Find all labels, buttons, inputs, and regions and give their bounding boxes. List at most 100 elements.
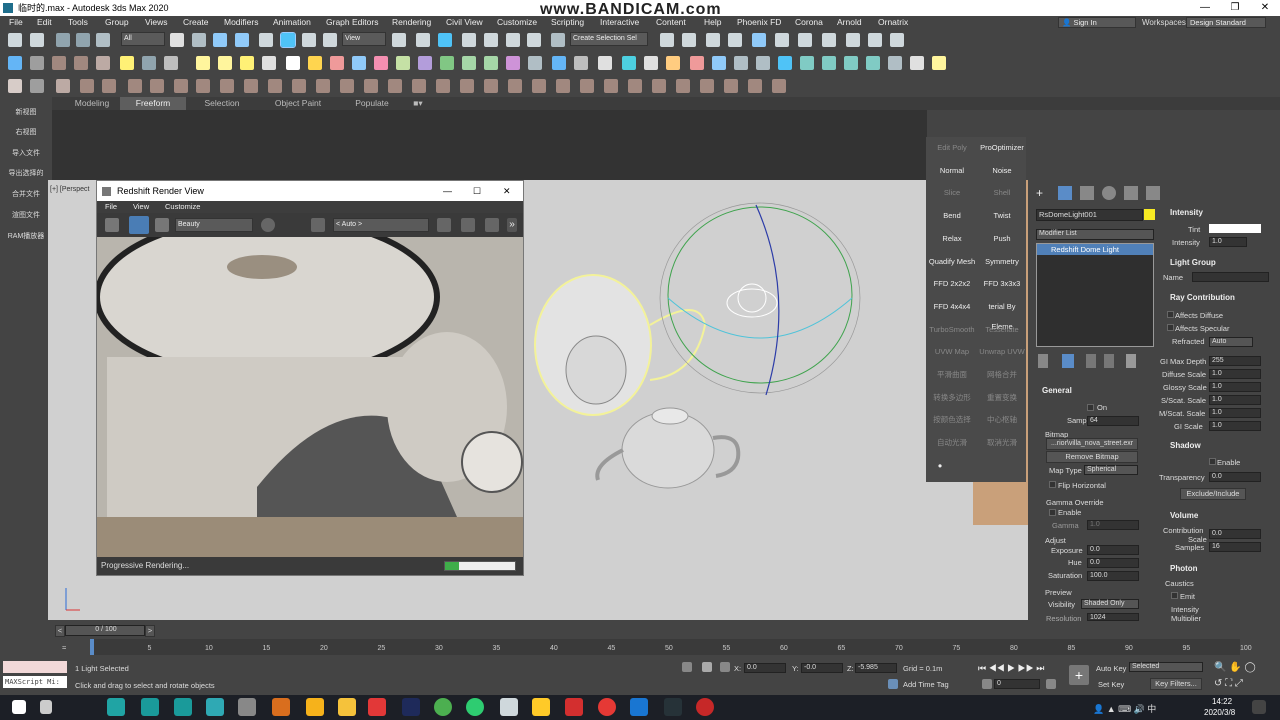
rect-selection-icon[interactable]: [213, 33, 227, 47]
clump-icon[interactable]: [174, 79, 188, 93]
teapot-small[interactable]: [565, 335, 627, 405]
modifier-button-8-0[interactable]: TurboSmooth: [928, 320, 976, 340]
bulb-icon[interactable]: [932, 56, 946, 70]
affects-specular-checkbox[interactable]: [1167, 324, 1174, 331]
affects-diffuse-checkbox[interactable]: [1167, 311, 1174, 318]
auto-key-button[interactable]: Auto Key: [1096, 664, 1126, 673]
maxscript-listener-mini[interactable]: [3, 661, 67, 673]
reference-coordinate-select[interactable]: View: [342, 32, 386, 46]
tab-populate[interactable]: Populate: [342, 97, 402, 110]
ipr-icon[interactable]: [574, 56, 588, 70]
tab-modeling[interactable]: Modeling: [60, 97, 124, 110]
bind-space-warp-icon[interactable]: [96, 33, 110, 47]
ray-contribution-header[interactable]: Ray Contribution: [1170, 293, 1235, 302]
render-view-minimize-button[interactable]: —: [443, 181, 452, 201]
contribution-spinner[interactable]: 0.0: [1209, 529, 1261, 539]
menu-phoenix-fd[interactable]: Phoenix FD: [737, 16, 781, 29]
table-icon[interactable]: [734, 56, 748, 70]
motion-tab-icon[interactable]: [1102, 186, 1116, 200]
bandicam-taskbar-icon[interactable]: [664, 698, 682, 716]
music-taskbar-icon[interactable]: [598, 698, 616, 716]
globe-icon[interactable]: [528, 56, 542, 70]
menu-ornatrix[interactable]: Ornatrix: [878, 16, 908, 29]
menu-arnold[interactable]: Arnold: [837, 16, 862, 29]
scatter-icon[interactable]: [396, 56, 410, 70]
material-icon[interactable]: [644, 56, 658, 70]
ies-light-icon[interactable]: [262, 56, 276, 70]
ribbon-toggle-icon[interactable]: [752, 33, 766, 47]
modifier-set-options-icon[interactable]: ●: [930, 456, 950, 476]
photoshop-taskbar-icon[interactable]: [402, 698, 420, 716]
bitmap-button[interactable]: ...rior\villa_nova_street.exr: [1046, 438, 1138, 450]
modifier-button-5-0[interactable]: Quadify Mesh: [928, 252, 976, 272]
tint-swatch[interactable]: [1209, 224, 1261, 233]
snapshot-icon[interactable]: [261, 218, 275, 232]
maxscript-input[interactable]: MAXScript Mi:: [3, 676, 67, 688]
explorer-taskbar-icon[interactable]: [238, 698, 256, 716]
menu-scripting[interactable]: Scripting: [551, 16, 584, 29]
sculpt-icon[interactable]: [772, 79, 786, 93]
sparkle-icon[interactable]: [506, 56, 520, 70]
refracted-select[interactable]: Auto: [1209, 337, 1253, 347]
propagation-icon[interactable]: [436, 79, 450, 93]
render-menu-file[interactable]: File: [105, 201, 117, 213]
render-setup-icon[interactable]: [846, 33, 860, 47]
keyboard-shortcut-icon[interactable]: [438, 33, 452, 47]
gravity-icon[interactable]: [220, 79, 234, 93]
noise-strands-icon[interactable]: [292, 79, 306, 93]
menu-views[interactable]: Views: [145, 16, 168, 29]
modifier-button-11-0[interactable]: 转换多边形: [928, 388, 976, 408]
3dsmax-taskbar-icon[interactable]: [107, 698, 125, 716]
aov-select[interactable]: Beauty: [175, 218, 253, 232]
mesh-from-strands-icon[interactable]: [268, 79, 282, 93]
video-taskbar-icon[interactable]: [630, 698, 648, 716]
network-app-taskbar-icon[interactable]: [500, 698, 518, 716]
frizz-alt-icon[interactable]: [604, 79, 618, 93]
sketchbook-taskbar-icon[interactable]: [338, 698, 356, 716]
angle-snap-icon[interactable]: [484, 33, 498, 47]
track-bar-toggle-icon[interactable]: ≈: [62, 643, 66, 652]
check-icon[interactable]: [888, 56, 902, 70]
light-bulb-icon[interactable]: [622, 56, 636, 70]
render-production-icon[interactable]: [890, 33, 904, 47]
modifier-button-13-0[interactable]: 自动光滑: [928, 433, 976, 453]
minimize-button[interactable]: —: [1190, 0, 1220, 16]
playback-controls-icon[interactable]: ⏮ ◀◀ ▶ ▶▶ ⏭: [978, 663, 1044, 674]
eye-icon[interactable]: [910, 56, 924, 70]
modifier-button-12-0[interactable]: 按颜色选择: [928, 410, 976, 430]
align-icon[interactable]: [682, 33, 696, 47]
modifier-button-9-1[interactable]: Unwrap UVW: [978, 342, 1026, 362]
menu-civil-view[interactable]: Civil View: [446, 16, 483, 29]
glossy-scale-spinner[interactable]: 1.0: [1209, 382, 1261, 392]
braid-icon[interactable]: [244, 79, 258, 93]
resolution-spinner[interactable]: 1024: [1087, 613, 1139, 621]
sun-icon[interactable]: [120, 56, 134, 70]
blender-taskbar-icon[interactable]: [272, 698, 290, 716]
3dsmax-alt-taskbar-icon[interactable]: [141, 698, 159, 716]
modifier-button-1-1[interactable]: Noise: [978, 161, 1026, 181]
light-group-name-field[interactable]: [1192, 272, 1269, 282]
menu-create[interactable]: Create: [183, 16, 209, 29]
3dsmax-alt2-taskbar-icon[interactable]: [174, 698, 192, 716]
time-next-icon[interactable]: >: [145, 625, 155, 637]
lock-icon[interactable]: [437, 218, 451, 232]
refresh-icon[interactable]: [155, 218, 169, 232]
modifier-list-select[interactable]: Modifier List: [1036, 229, 1154, 240]
record-taskbar-icon[interactable]: [696, 698, 714, 716]
modifier-button-10-1[interactable]: 网格合并: [978, 365, 1026, 385]
modifier-button-9-0[interactable]: UVW Map: [928, 342, 976, 362]
render-view-maximize-button[interactable]: ☐: [473, 181, 481, 201]
modifier-button-4-0[interactable]: Relax: [928, 229, 976, 249]
sscat-scale-spinner[interactable]: 1.0: [1209, 395, 1261, 405]
samples-spinner[interactable]: 64: [1087, 416, 1139, 426]
chrome-taskbar-icon[interactable]: [434, 698, 452, 716]
script-button-merge[interactable]: 合并文件: [2, 186, 50, 204]
crop-icon[interactable]: [311, 218, 325, 232]
detail-icon[interactable]: [724, 79, 738, 93]
tab-object-paint[interactable]: Object Paint: [264, 97, 332, 110]
intensity-spinner[interactable]: 1.0: [1209, 237, 1247, 247]
grid-icon[interactable]: [142, 56, 156, 70]
modifier-button-11-1[interactable]: 重置变换: [978, 388, 1026, 408]
percent-snap-icon[interactable]: [506, 33, 520, 47]
modifier-button-8-1[interactable]: Tessellate: [978, 320, 1026, 340]
